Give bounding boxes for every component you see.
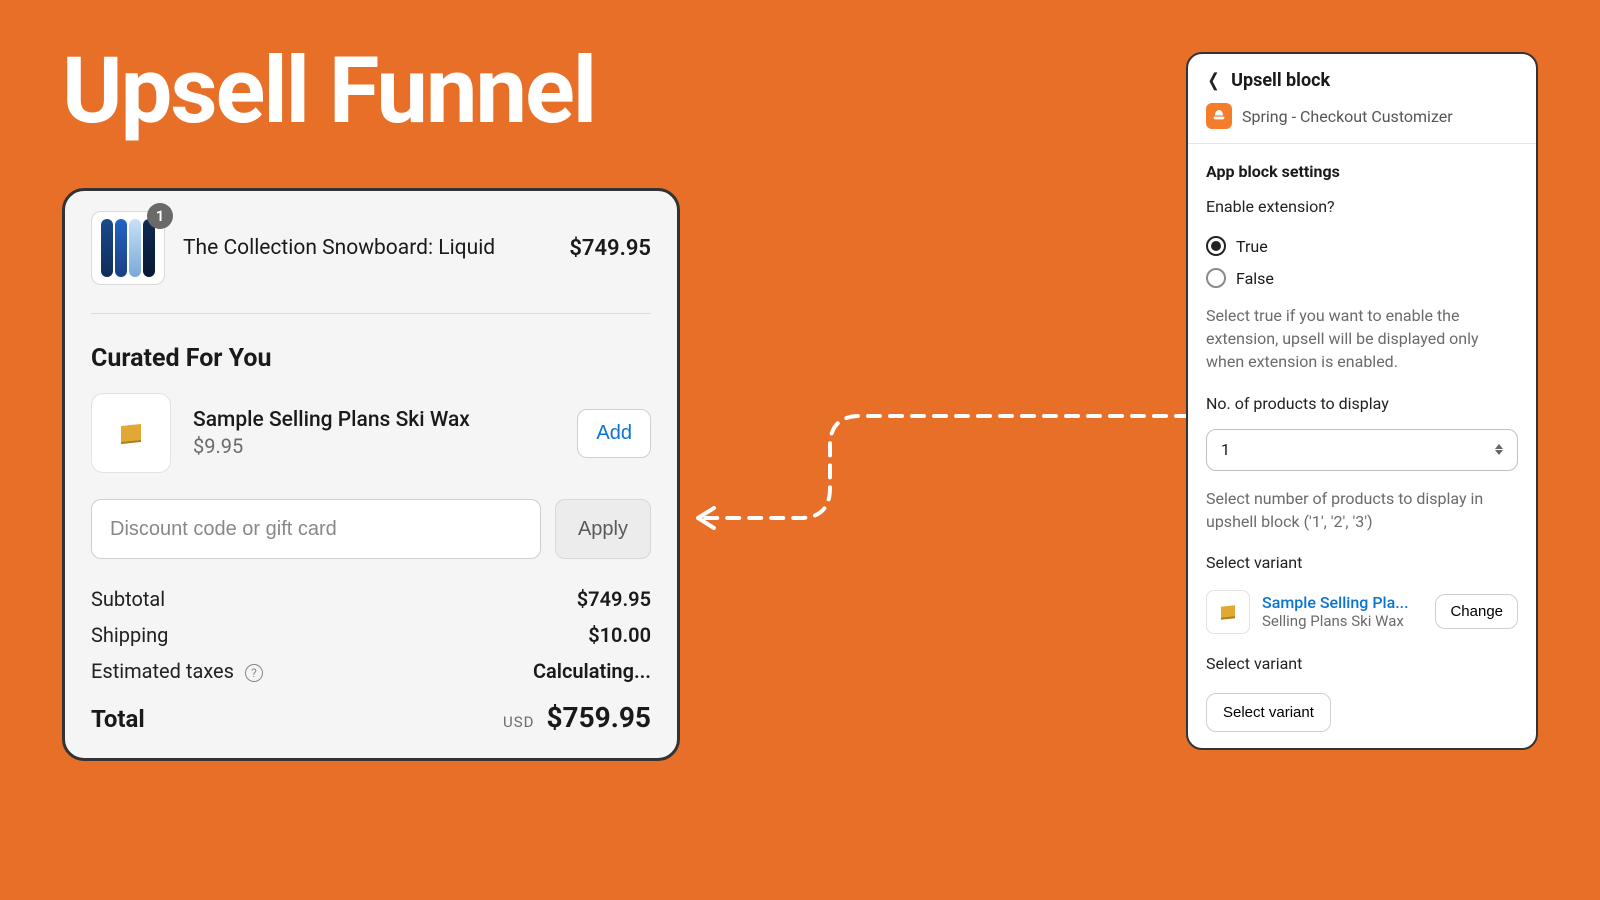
qty-badge: 1 <box>147 203 173 229</box>
radio-false-label: False <box>1236 269 1274 288</box>
checkout-panel: 1 The Collection Snowboard: Liquid $749.… <box>62 188 680 761</box>
cart-line-item: 1 The Collection Snowboard: Liquid $749.… <box>91 211 651 285</box>
upsell-price: $9.95 <box>193 434 555 458</box>
add-button[interactable]: Add <box>577 409 651 458</box>
stepper-icon <box>1495 444 1503 455</box>
count-label: No. of products to display <box>1206 394 1518 413</box>
tax-value: Calculating... <box>533 659 651 683</box>
upsell-name: Sample Selling Plans Ski Wax <box>193 408 555 432</box>
total-label: Total <box>91 705 145 733</box>
total-value: $759.95 <box>546 701 651 734</box>
app-identity: Spring - Checkout Customizer <box>1188 103 1536 143</box>
variant-thumbnail <box>1206 590 1250 634</box>
shipping-value: $10.00 <box>588 623 651 647</box>
upsell-text: Sample Selling Plans Ski Wax $9.95 <box>193 408 555 458</box>
upsell-thumbnail <box>91 393 171 473</box>
tax-label: Estimated taxes ? <box>91 659 263 683</box>
settings-title: Upsell block <box>1231 70 1330 91</box>
divider <box>91 313 651 314</box>
cart-item-name: The Collection Snowboard: Liquid <box>183 236 551 260</box>
cart-item-price: $749.95 <box>569 236 651 261</box>
variant-subtitle: Selling Plans Ski Wax <box>1262 612 1423 630</box>
settings-section-title: App block settings <box>1206 162 1518 181</box>
settings-panel: ❮ Upsell block Spring - Checkout Customi… <box>1186 52 1538 750</box>
connector-arrow-icon <box>680 398 1188 538</box>
total-currency: USD <box>503 713 534 731</box>
subtotal-value: $749.95 <box>577 587 651 611</box>
variant-row: Sample Selling Pla... Selling Plans Ski … <box>1206 590 1518 634</box>
enable-radio-group: True False <box>1206 236 1518 288</box>
select-variant-button[interactable]: Select variant <box>1206 693 1331 732</box>
variant-name[interactable]: Sample Selling Pla... <box>1262 593 1423 612</box>
discount-row: Apply <box>91 499 651 559</box>
totals-block: Subtotal $749.95 Shipping $10.00 Estimat… <box>91 587 651 734</box>
back-chevron-icon[interactable]: ❮ <box>1208 70 1220 91</box>
help-icon[interactable]: ? <box>245 664 263 682</box>
upsell-row: Sample Selling Plans Ski Wax $9.95 Add <box>91 393 651 473</box>
count-select-value: 1 <box>1221 440 1230 459</box>
app-name: Spring - Checkout Customizer <box>1242 107 1453 126</box>
radio-true-label: True <box>1236 237 1268 256</box>
variant-label: Select variant <box>1206 553 1518 572</box>
enable-help-text: Select true if you want to enable the ex… <box>1206 304 1518 374</box>
enable-question: Enable extension? <box>1206 197 1518 216</box>
apply-button[interactable]: Apply <box>555 499 651 559</box>
settings-header: ❮ Upsell block <box>1188 54 1536 103</box>
discount-input[interactable] <box>91 499 541 559</box>
count-select[interactable]: 1 <box>1206 429 1518 471</box>
variant-label-2: Select variant <box>1206 654 1518 673</box>
curated-heading: Curated For You <box>91 344 651 373</box>
change-button[interactable]: Change <box>1435 594 1518 629</box>
subtotal-label: Subtotal <box>91 587 165 611</box>
count-help-text: Select number of products to display in … <box>1206 487 1518 533</box>
cart-thumb-wrap: 1 <box>91 211 165 285</box>
shipping-label: Shipping <box>91 623 168 647</box>
radio-false[interactable]: False <box>1206 268 1518 288</box>
radio-true[interactable]: True <box>1206 236 1518 256</box>
app-icon <box>1206 103 1232 129</box>
page-title: Upsell Funnel <box>62 38 595 145</box>
